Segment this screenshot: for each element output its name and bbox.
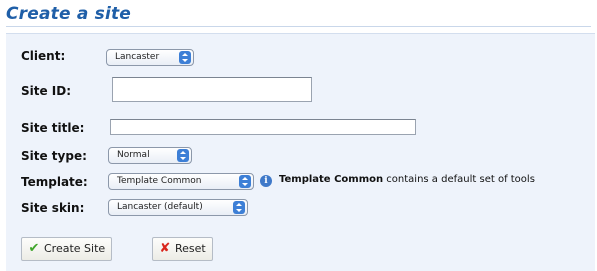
info-icon[interactable]: i (260, 175, 272, 187)
site-type-select[interactable]: Normal (108, 147, 192, 164)
client-select-value: Lancaster (115, 52, 160, 62)
client-select[interactable]: Lancaster (106, 49, 194, 66)
create-site-button-label: Create Site (44, 242, 106, 255)
client-label: Client: (21, 49, 66, 63)
template-description-name: Template Common (279, 174, 384, 185)
site-id-input[interactable] (112, 77, 312, 102)
site-skin-select[interactable]: Lancaster (default) (108, 199, 248, 216)
cross-icon: ✘ (159, 241, 171, 256)
create-site-form (6, 33, 595, 271)
site-type-label: Site type: (21, 149, 87, 163)
template-label: Template: (21, 175, 88, 189)
page-title: Create a site (6, 4, 132, 24)
site-id-label: Site ID: (21, 84, 72, 98)
select-arrows-icon (177, 149, 189, 162)
reset-button[interactable]: ✘ Reset (152, 237, 213, 261)
select-arrows-icon (179, 51, 191, 64)
create-site-button[interactable]: ✔ Create Site (21, 237, 113, 261)
reset-button-label: Reset (175, 242, 206, 255)
site-title-input[interactable] (110, 119, 416, 135)
check-icon: ✔ (28, 241, 40, 256)
title-divider (6, 26, 591, 27)
template-select-value: Template Common (117, 176, 202, 186)
select-arrows-icon (233, 201, 245, 214)
template-select[interactable]: Template Common (108, 173, 254, 190)
select-arrows-icon (239, 175, 251, 188)
site-type-select-value: Normal (117, 150, 150, 160)
site-title-label: Site title: (21, 121, 85, 135)
site-skin-select-value: Lancaster (default) (117, 202, 203, 212)
template-description-text: contains a default set of tools (383, 174, 535, 185)
site-skin-label: Site skin: (21, 201, 85, 215)
template-description: Template Common contains a default set o… (279, 174, 535, 185)
